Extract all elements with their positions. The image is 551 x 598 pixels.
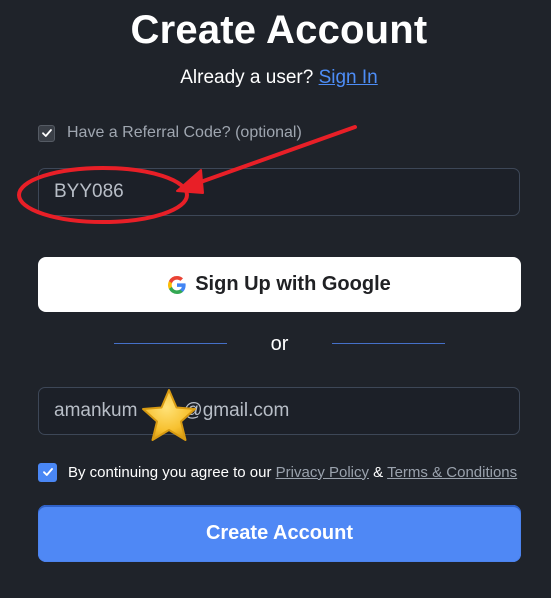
terms-conditions-link[interactable]: Terms & Conditions: [387, 464, 517, 481]
signin-link[interactable]: Sign In: [319, 67, 378, 88]
google-signup-label: Sign Up with Google: [195, 273, 391, 295]
referral-checkbox-label: Have a Referral Code? (optional): [67, 124, 302, 141]
page-title: Create Account: [130, 8, 428, 52]
create-account-button[interactable]: Create Account: [38, 505, 521, 562]
referral-checkbox[interactable]: [38, 124, 55, 142]
email-input[interactable]: amankum @gmail.com: [38, 387, 520, 435]
divider-right-line: [332, 343, 445, 344]
terms-prefix-text: By continuing you agree to our: [68, 463, 272, 481]
google-icon: [168, 275, 186, 294]
referral-toggle[interactable]: Have a Referral Code? (optional): [38, 122, 302, 144]
terms-agreement: By continuing you agree to our Privacy P…: [38, 461, 517, 483]
signin-prompt: Already a user? Sign In: [0, 67, 551, 89]
privacy-policy-link[interactable]: Privacy Policy: [276, 464, 369, 481]
email-value-prefix: amankum: [54, 400, 138, 421]
check-icon: [42, 468, 53, 476]
signin-prompt-text: Already a user?: [180, 67, 314, 88]
terms-ampersand: &: [373, 463, 384, 481]
check-icon: [41, 129, 52, 137]
email-value-suffix: @gmail.com: [183, 400, 290, 421]
google-signup-button[interactable]: Sign Up with Google: [38, 257, 521, 312]
divider-or-text: or: [270, 333, 289, 355]
terms-checkbox[interactable]: [38, 462, 57, 482]
terms-text: By continuing you agree to our Privacy P…: [68, 464, 517, 481]
referral-code-input[interactable]: BYY086: [38, 168, 520, 216]
referral-code-value: BYY086: [54, 181, 124, 202]
